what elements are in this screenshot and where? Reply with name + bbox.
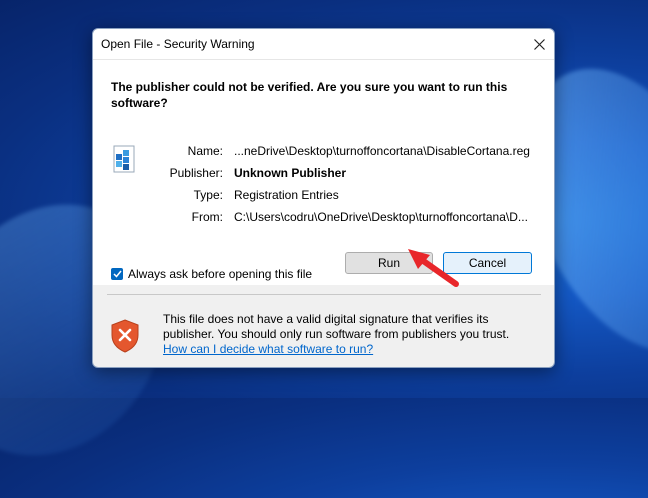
dialog-title: Open File - Security Warning (101, 37, 255, 51)
field-label: Name: (187, 144, 223, 158)
close-button[interactable] (524, 29, 554, 59)
security-warning-dialog: Open File - Security Warning The publish… (92, 28, 555, 368)
registry-file-icon (113, 145, 135, 173)
details-panel: The publisher could not be verified. Are… (93, 60, 554, 285)
field-label: From: (191, 210, 223, 224)
dialog-titlebar: Open File - Security Warning (93, 29, 554, 60)
always-ask-option[interactable]: Always ask before opening this file (111, 267, 312, 281)
always-ask-checkbox[interactable] (111, 268, 123, 280)
always-ask-label[interactable]: Always ask before opening this file (128, 267, 312, 281)
warning-body: This file does not have a valid digital … (163, 312, 510, 341)
divider (107, 294, 541, 295)
field-label: Publisher: (169, 166, 223, 180)
field-label: Type: (193, 188, 223, 202)
field-value-type: Registration Entries (234, 188, 339, 202)
help-link[interactable]: How can I decide what software to run? (163, 342, 373, 356)
checkmark-icon (112, 270, 122, 278)
warning-shield-icon (111, 319, 139, 353)
red-arrow-icon (408, 249, 459, 287)
warning-headline: The publisher could not be verified. Are… (111, 80, 508, 110)
field-value-name: ...neDrive\Desktop\turnoffoncortana\Disa… (234, 144, 530, 158)
warning-message: This file does not have a valid digital … (163, 312, 533, 357)
close-icon (533, 38, 545, 50)
field-value-from: C:\Users\codru\OneDrive\Desktop\turnoffo… (234, 210, 528, 224)
field-value-publisher: Unknown Publisher (234, 166, 347, 180)
